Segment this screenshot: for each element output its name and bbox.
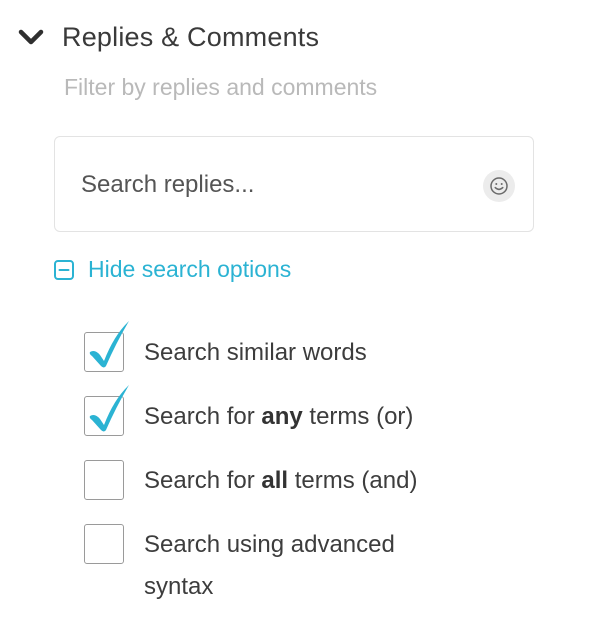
checkbox-advanced-syntax[interactable] (84, 524, 124, 564)
option-similar-words[interactable]: Search similar words (84, 321, 474, 374)
smiley-icon[interactable] (483, 170, 515, 202)
checkmark-icon (89, 385, 129, 432)
option-all-terms[interactable]: Search for all terms (and) (84, 460, 474, 502)
section-header-toggle[interactable]: Replies & Comments (16, 22, 319, 53)
checkbox-all-terms[interactable] (84, 460, 124, 500)
option-advanced-syntax[interactable]: Search using advanced syntax (84, 524, 464, 608)
section-title: Replies & Comments (62, 22, 320, 52)
option-label: Search using advanced syntax (144, 531, 395, 600)
chevron-down-icon (16, 23, 46, 53)
checkbox-any-terms[interactable] (84, 385, 129, 436)
hide-search-options-link[interactable]: Hide search options (54, 256, 291, 283)
checkmark-icon (89, 321, 129, 368)
checkbox-similar-words[interactable] (84, 321, 129, 372)
section-subtitle: Filter by replies and comments (64, 74, 378, 100)
option-label: Search for all terms (and) (144, 467, 418, 494)
option-any-terms[interactable]: Search for any terms (or) (84, 385, 474, 438)
search-box (54, 136, 534, 233)
hide-search-options-label: Hide search options (88, 256, 292, 282)
option-label: Search for any terms (or) (144, 403, 414, 430)
collapse-minus-icon (54, 259, 74, 280)
option-label: Search similar words (144, 339, 367, 366)
search-input[interactable] (81, 137, 471, 233)
